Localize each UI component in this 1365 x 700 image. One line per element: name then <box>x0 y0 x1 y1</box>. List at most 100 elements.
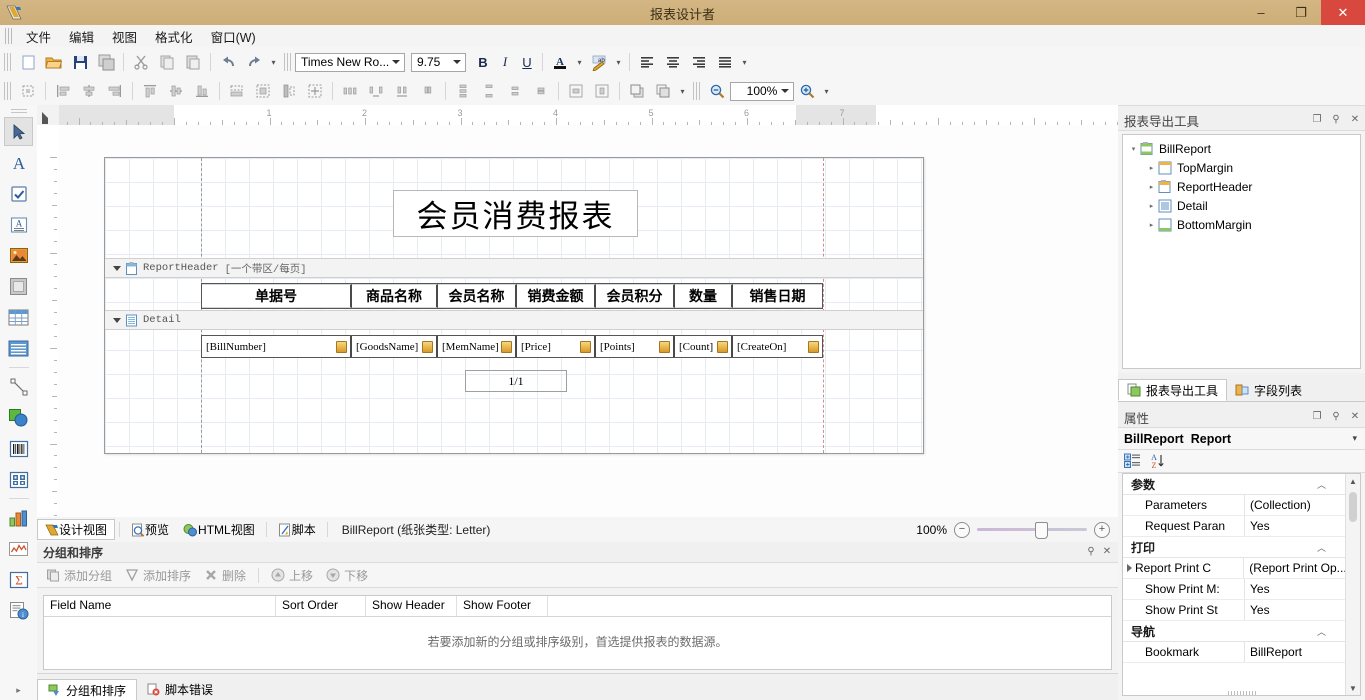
barcode-tool[interactable] <box>4 434 33 463</box>
band-header-reportheader[interactable]: ReportHeader [一个带区/每页] <box>105 258 923 278</box>
tab-design-view[interactable]: 设计视图 <box>37 519 116 540</box>
zoom-combo[interactable]: 100% <box>730 81 794 101</box>
make-same-width-icon[interactable] <box>225 79 249 103</box>
restore-icon[interactable]: ❐ <box>1310 409 1324 423</box>
column-header-cell[interactable]: 会员积分 <box>596 284 675 308</box>
align-left-icon[interactable] <box>635 50 659 74</box>
align-middles-icon[interactable] <box>164 79 188 103</box>
bold-button[interactable]: B <box>472 51 494 73</box>
alphabetical-sort-icon[interactable]: A Z <box>1149 453 1166 469</box>
ruler-corner-button[interactable] <box>37 105 60 126</box>
column-header-cell[interactable]: 销售日期 <box>733 284 822 308</box>
save-all-icon[interactable] <box>94 50 118 74</box>
center-vertically-icon[interactable] <box>590 79 614 103</box>
menu-grip[interactable] <box>5 28 14 44</box>
qrcode-tool[interactable] <box>4 465 33 494</box>
highlight-icon[interactable]: ab <box>587 50 611 74</box>
smart-tag-icon[interactable] <box>580 340 591 353</box>
italic-button[interactable]: I <box>494 51 516 73</box>
space-horizontal-increase-icon[interactable] <box>364 79 388 103</box>
pin-icon[interactable]: ⚲ <box>1084 544 1098 558</box>
close-icon[interactable]: ✕ <box>1348 409 1362 423</box>
line-tool[interactable] <box>4 372 33 401</box>
space-horizontal-equal-icon[interactable] <box>338 79 362 103</box>
new-icon[interactable] <box>16 50 40 74</box>
tree-node[interactable]: ▸ TopMargin <box>1123 158 1360 177</box>
group-sort-table[interactable]: Field Name Sort Order Show Header Show Foot… <box>43 595 1112 670</box>
property-value[interactable]: BillReport <box>1245 645 1302 659</box>
align-right-icon[interactable] <box>687 50 711 74</box>
report-explorer-tree[interactable]: ▾ BillReport ▸ TopMargin ▸ ReportHeader ▸ Detai… <box>1122 134 1361 369</box>
property-row[interactable]: Bookmark BillReport <box>1123 642 1346 663</box>
font-color-dropdown[interactable]: ▾ <box>573 51 586 73</box>
open-icon[interactable] <box>42 50 66 74</box>
close-icon[interactable]: ✕ <box>1100 544 1114 558</box>
detail-field-cell[interactable]: [BillNumber] <box>202 336 352 357</box>
copy-icon[interactable] <box>155 50 179 74</box>
pointer-tool[interactable] <box>4 117 33 146</box>
smart-tag-icon[interactable] <box>422 340 433 353</box>
toolbox-grip[interactable] <box>10 109 27 114</box>
size-to-grid-icon[interactable] <box>16 79 40 103</box>
design-canvas[interactable]: 会员消费报表 ReportHeader [一个带区/每页] 单据号 商品名称 会员名… <box>59 125 1118 517</box>
close-button[interactable]: ✕ <box>1321 0 1365 25</box>
zoom-toolbar-grip[interactable] <box>693 82 700 100</box>
tab-html-view[interactable]: HTML视图 <box>176 519 262 540</box>
zoom-in-icon[interactable] <box>795 79 819 103</box>
tree-node[interactable]: ▸ BottomMargin <box>1123 215 1360 234</box>
align-justify-icon[interactable] <box>713 50 737 74</box>
group-sort-column-header[interactable]: Field Name <box>44 596 276 616</box>
zoom-out-icon[interactable] <box>705 79 729 103</box>
table-tool[interactable] <box>4 303 33 332</box>
smart-tag-icon[interactable] <box>659 340 670 353</box>
detail-field-cell[interactable]: [Points] <box>596 336 675 357</box>
sparkline-tool[interactable] <box>4 534 33 563</box>
properties-scrollbar[interactable]: ▲ ▼ <box>1345 474 1360 695</box>
undo-icon[interactable] <box>216 50 240 74</box>
zoom-slider-track[interactable] <box>977 522 1087 539</box>
chevron-right-icon[interactable]: ▸ <box>1145 221 1158 229</box>
layout-toolbar-overflow[interactable]: ▾ <box>676 80 689 102</box>
move-down-button[interactable]: 下移 <box>321 566 373 585</box>
panel-tool[interactable] <box>4 272 33 301</box>
column-header-cell[interactable]: 商品名称 <box>352 284 438 308</box>
restore-icon[interactable]: ❐ <box>1310 112 1324 126</box>
scroll-down-icon[interactable]: ▼ <box>1346 681 1360 695</box>
redo-icon[interactable] <box>242 50 266 74</box>
group-sort-column-header[interactable]: Show Header <box>366 596 457 616</box>
chevron-right-icon[interactable]: ▸ <box>1145 164 1158 172</box>
detail-field-cell[interactable]: [CreateOn] <box>733 336 822 357</box>
shape-tool[interactable] <box>4 403 33 432</box>
toolbox-scroll-arrow[interactable]: ▸ <box>0 685 37 696</box>
page-number-textbox[interactable]: 1/1 <box>465 370 567 392</box>
chevron-up-icon[interactable]: ︿ <box>1317 478 1326 491</box>
property-category-header[interactable]: 打印 ︿ <box>1123 537 1346 558</box>
smart-tag-icon[interactable] <box>717 340 728 353</box>
space-vertical-equal-icon[interactable] <box>451 79 475 103</box>
property-row[interactable]: Report Print C (Report Print Op... <box>1123 558 1346 579</box>
make-same-size-icon[interactable] <box>251 79 275 103</box>
highlight-dropdown[interactable]: ▾ <box>612 51 625 73</box>
chart-tool[interactable] <box>4 503 33 532</box>
pin-icon[interactable]: ⚲ <box>1329 409 1343 423</box>
column-header-cell[interactable]: 单据号 <box>202 284 352 308</box>
tab-preview[interactable]: 预览 <box>124 519 176 540</box>
standard-toolbar-overflow[interactable]: ▾ <box>267 51 280 73</box>
group-sort-column-header[interactable]: Show Footer <box>457 596 548 616</box>
detail-field-cell[interactable]: [MemName] <box>438 336 517 357</box>
property-row[interactable]: Show Print M: Yes <box>1123 579 1346 600</box>
font-name-combo[interactable]: Times New Ro... <box>295 52 405 72</box>
zoom-out-button[interactable]: − <box>954 521 970 538</box>
properties-object-selector[interactable]: BillReport Report ▾ <box>1118 428 1365 450</box>
pin-icon[interactable]: ⚲ <box>1329 112 1343 126</box>
property-value[interactable]: Yes <box>1245 519 1270 533</box>
collapse-triangle-icon[interactable] <box>113 317 121 323</box>
format-toolbar-overflow[interactable]: ▾ <box>738 51 751 73</box>
delete-button[interactable]: 删除 <box>199 566 251 585</box>
menu-item-view[interactable]: 视图 <box>103 25 146 48</box>
column-header-cell[interactable]: 数量 <box>675 284 733 308</box>
tab-field-list[interactable]: 字段列表 <box>1227 379 1310 401</box>
scroll-up-icon[interactable]: ▲ <box>1346 474 1360 488</box>
align-centers-icon[interactable] <box>77 79 101 103</box>
categorized-view-icon[interactable] <box>1124 453 1141 469</box>
